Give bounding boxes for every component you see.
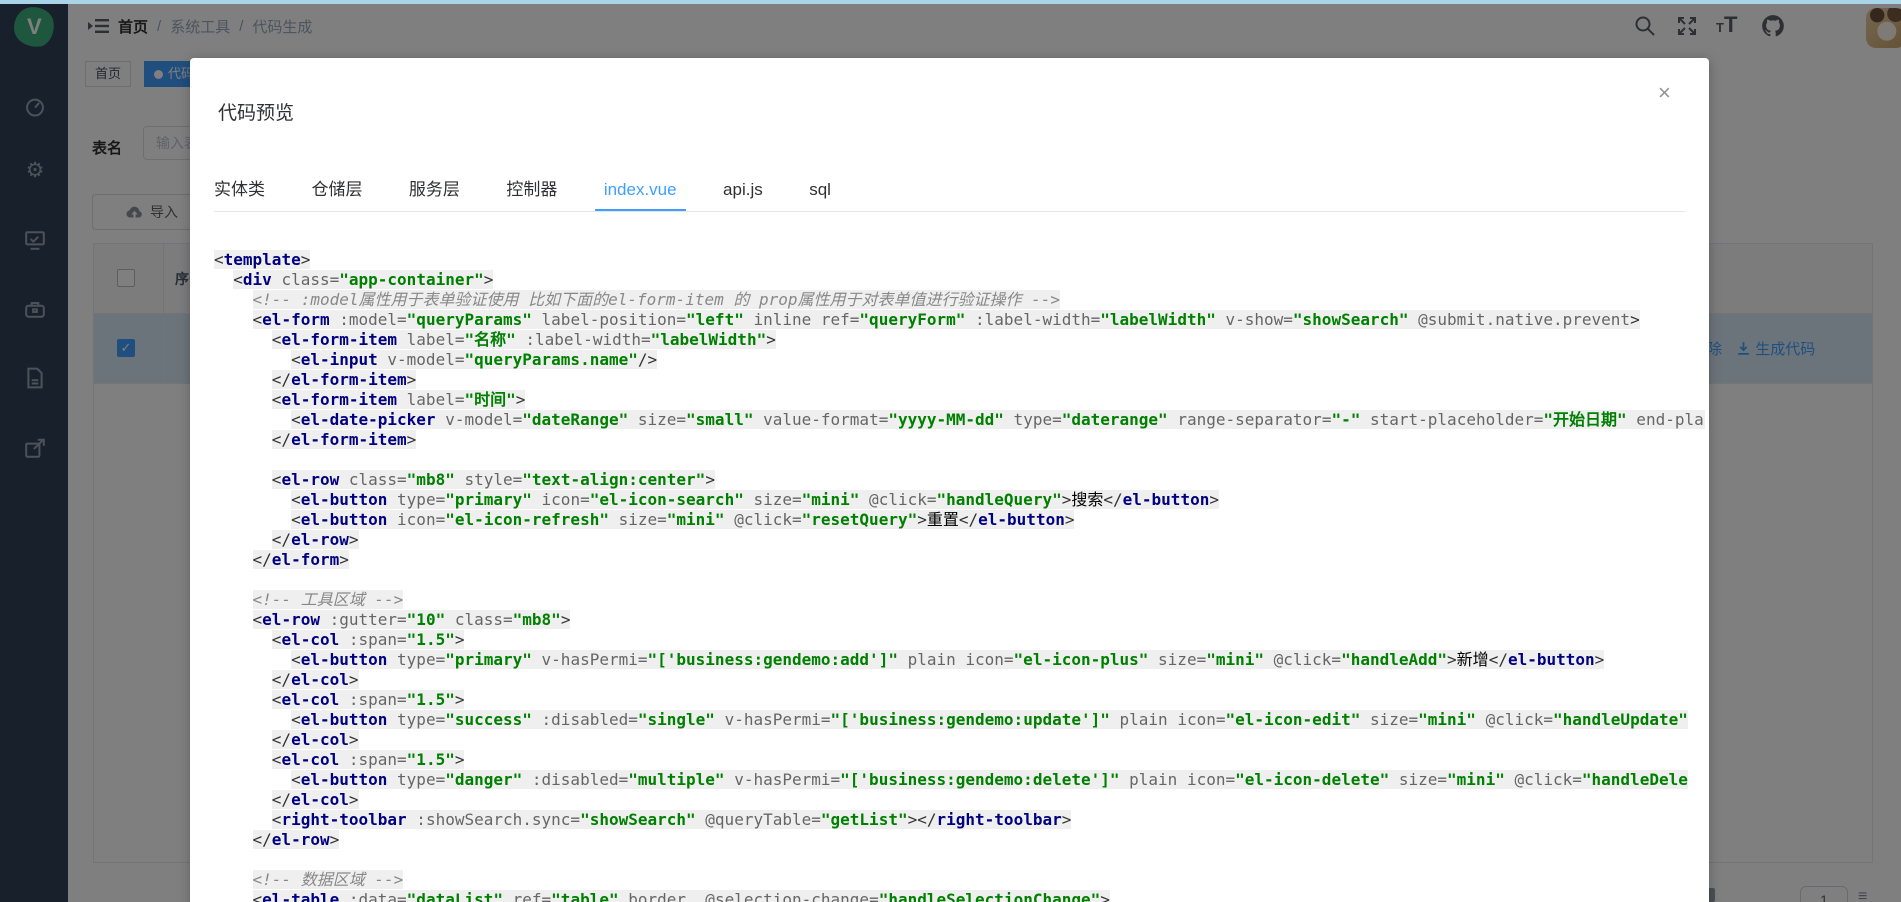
code-line: </el-form-item> [214,430,1705,450]
code-line: <el-table :data="dataList" ref="table" b… [214,890,1705,902]
code-line: </el-row> [214,530,1705,550]
code-line: <el-date-picker v-model="dateRange" size… [214,410,1705,430]
tab-service[interactable]: 服务层 [388,170,481,210]
code-line: <el-button type="danger" :disabled="mult… [214,770,1705,790]
code-line: <el-col :span="1.5"> [214,750,1705,770]
code-line: </el-col> [214,730,1705,750]
code-line: <el-col :span="1.5"> [214,630,1705,650]
code-line: <el-form-item label="名称" :label-width="l… [214,330,1705,350]
code-line [214,570,1705,590]
code-preview-dialog: 代码预览 × 实体类 仓储层 服务层 控制器 index.vue api.js … [190,58,1709,902]
code-line: <el-button type="primary" icon="el-icon-… [214,490,1705,510]
code-line: <!-- 数据区域 --> [214,870,1705,890]
code-line [214,450,1705,470]
code-line: <el-form-item label="时间"> [214,390,1705,410]
code-block[interactable]: <template> <div class="app-container"> <… [214,250,1705,902]
code-line: <!-- :model属性用于表单验证使用 比如下面的el-form-item … [214,290,1705,310]
code-line: <right-toolbar :showSearch.sync="showSea… [214,810,1705,830]
tab-index-vue[interactable]: index.vue [583,170,698,210]
code-line: <template> [214,250,1705,270]
tab-repository[interactable]: 仓储层 [290,170,383,210]
code-line: <!-- 工具区域 --> [214,590,1705,610]
close-icon[interactable]: × [1658,82,1671,104]
code-line: </el-form-item> [214,370,1705,390]
dialog-title: 代码预览 [218,98,294,125]
browser-top-strip [0,0,1901,4]
code-line: </el-col> [214,670,1705,690]
code-line: <el-form :model="queryParams" label-posi… [214,310,1705,330]
code-line: <el-input v-model="queryParams.name"/> [214,350,1705,370]
app-root: V ⚙ [0,0,1901,902]
tab-api-js[interactable]: api.js [702,170,784,210]
code-line [214,850,1705,870]
code-tabs: 实体类 仓储层 服务层 控制器 index.vue api.js sql [214,170,1685,212]
tab-entity[interactable]: 实体类 [214,170,286,210]
tab-controller[interactable]: 控制器 [485,170,578,210]
code-line: <div class="app-container"> [214,270,1705,290]
code-line: </el-form> [214,550,1705,570]
code-line: <el-button type="success" :disabled="sin… [214,710,1705,730]
code-line: <el-button type="primary" v-hasPermi="['… [214,650,1705,670]
code-line: <el-button icon="el-icon-refresh" size="… [214,510,1705,530]
code-line: <el-col :span="1.5"> [214,690,1705,710]
code-line: <el-row class="mb8" style="text-align:ce… [214,470,1705,490]
tab-sql[interactable]: sql [788,170,852,210]
code-line: <el-row :gutter="10" class="mb8"> [214,610,1705,630]
code-line: </el-row> [214,830,1705,850]
code-line: </el-col> [214,790,1705,810]
